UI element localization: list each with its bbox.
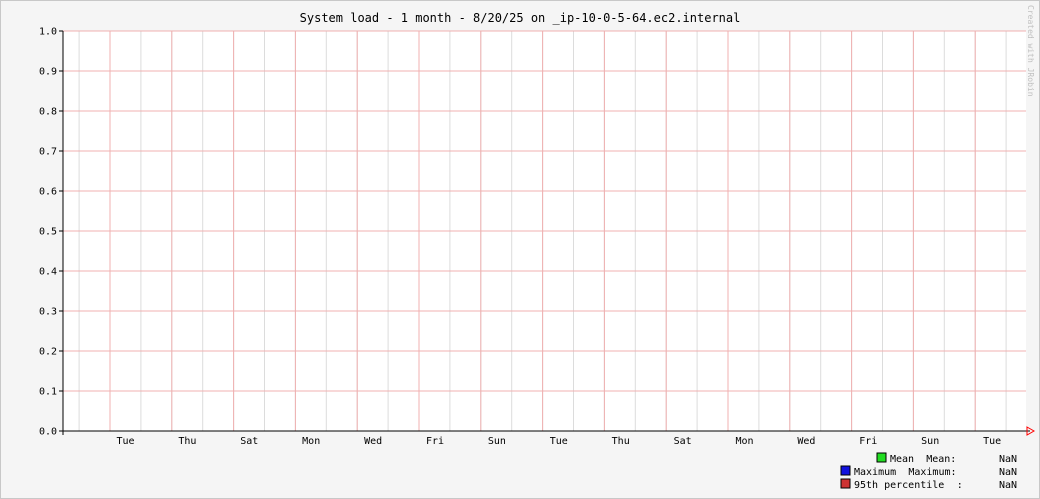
x-tick-label: Tue — [116, 436, 134, 447]
y-tick-label: 0.8 — [39, 107, 57, 118]
x-tick-label: Mon — [302, 436, 320, 447]
x-tick-label: Wed — [364, 436, 382, 447]
x-tick-label: Thu — [612, 436, 630, 447]
y-tick-label: 0.6 — [39, 187, 57, 198]
x-tick-label: Sun — [921, 436, 939, 447]
x-tick-label: Fri — [859, 436, 877, 447]
x-tick-label: Tue — [983, 436, 1001, 447]
y-tick-label: 0.7 — [39, 147, 57, 158]
x-tick-label: Sat — [674, 436, 692, 447]
x-tick-label: Fri — [426, 436, 444, 447]
x-tick-label: Wed — [797, 436, 815, 447]
legend-swatch — [876, 452, 887, 463]
legend-stat-value: NaN — [999, 480, 1017, 491]
legend-series-name: Mean — [890, 454, 914, 465]
legend-series-name: 95th percentile — [854, 480, 944, 491]
y-tick-label: 0.3 — [39, 307, 57, 318]
x-tick-label: Thu — [178, 436, 196, 447]
legend-swatch — [840, 478, 851, 489]
legend-stat-label: Mean: — [926, 454, 956, 465]
y-tick-label: 0.1 — [39, 387, 57, 398]
watermark-text: Created with JRobin — [1026, 5, 1035, 97]
y-tick-label: 1.0 — [39, 27, 57, 38]
y-tick-label: 0.0 — [39, 427, 57, 438]
legend-swatch — [840, 465, 851, 476]
legend-series-name: Maximum — [854, 467, 896, 478]
x-tick-label: Tue — [550, 436, 568, 447]
x-tick-label: Sat — [240, 436, 258, 447]
chart-svg: 0.0 0.1 0.2 0.3 0.4 0.5 0.6 0.7 0.8 0.9 1.0 Tue Thu S… — [39, 5, 1036, 491]
chart-title: System load - 1 month - 8/20/25 on _ip-1… — [300, 11, 741, 25]
y-tick-label: 0.4 — [39, 267, 57, 278]
legend-stat-label: Maximum: — [908, 467, 956, 478]
y-tick-label: 0.9 — [39, 67, 57, 78]
legend-stat-label: : — [957, 480, 963, 491]
legend-stat-value: NaN — [999, 454, 1017, 465]
x-tick-label: Mon — [735, 436, 753, 447]
legend-stat-value: NaN — [999, 467, 1017, 478]
y-tick-label: 0.5 — [39, 227, 57, 238]
x-tick-label: Sun — [488, 436, 506, 447]
y-tick-label: 0.2 — [39, 347, 57, 358]
